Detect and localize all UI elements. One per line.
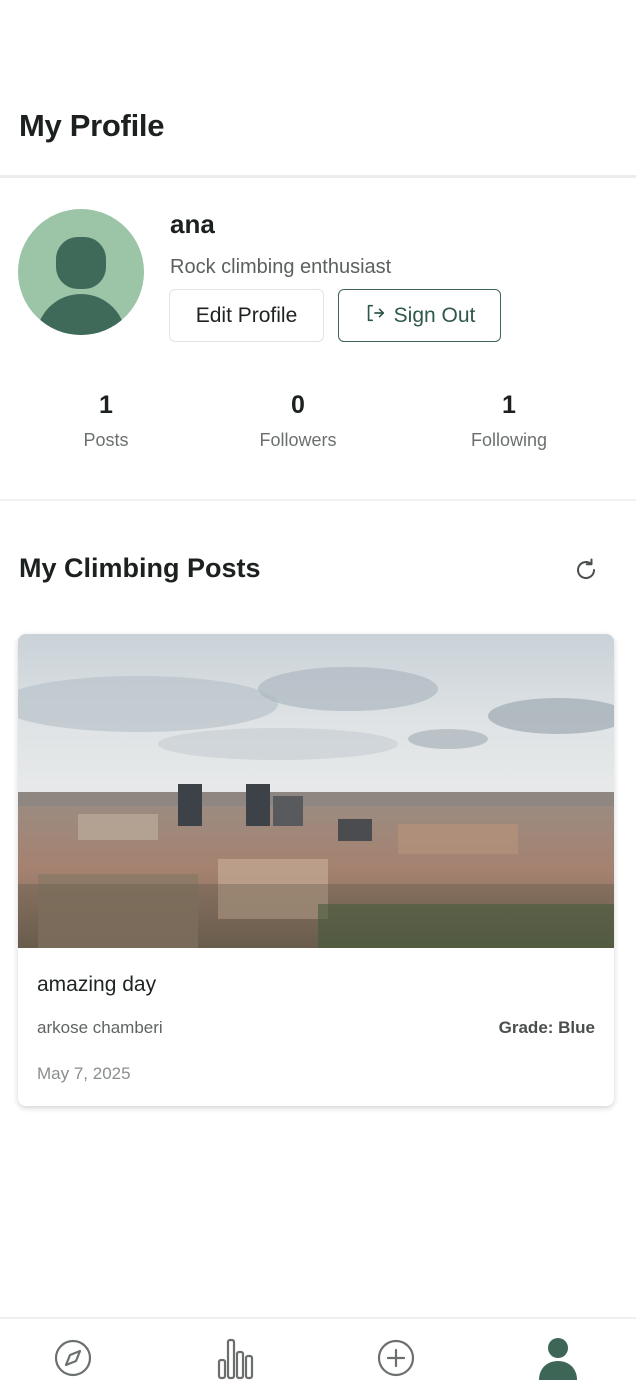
stat-followers[interactable]: 0 Followers (228, 391, 368, 451)
stat-posts[interactable]: 1 Posts (36, 391, 176, 451)
avatar-head (56, 237, 106, 289)
followers-count: 0 (291, 391, 305, 419)
app-header: My Profile (0, 0, 636, 178)
nav-add-post[interactable] (371, 1333, 421, 1383)
refresh-icon[interactable] (570, 554, 602, 586)
username: ana (170, 209, 215, 239)
post-card[interactable]: amazing day arkose chamberi Grade: Blue … (18, 634, 614, 1106)
nav-profile[interactable] (533, 1333, 583, 1383)
following-count: 1 (502, 391, 516, 419)
sign-out-button[interactable]: Sign Out (338, 289, 501, 342)
bottom-nav (0, 1317, 636, 1392)
edit-profile-label: Edit Profile (195, 303, 298, 327)
sign-out-label: Sign Out (393, 303, 476, 327)
posts-count: 1 (99, 391, 113, 419)
avatar (18, 209, 144, 335)
bio: Rock climbing enthusiast (170, 256, 392, 278)
post-location: arkose chamberi (37, 1018, 163, 1037)
nav-stats[interactable] (210, 1333, 260, 1383)
followers-label: Followers (259, 430, 337, 450)
posts-label: Posts (83, 430, 129, 450)
following-label: Following (470, 430, 548, 450)
plus-circle-icon (377, 1339, 415, 1377)
page-title: My Profile (19, 108, 165, 143)
stat-following[interactable]: 1 Following (439, 391, 579, 451)
user-icon (539, 1338, 577, 1380)
profile-section: ana Rock climbing enthusiast Edit Profil… (0, 181, 636, 501)
edit-profile-button[interactable]: Edit Profile (169, 289, 324, 342)
section-title: My Climbing Posts (19, 553, 261, 583)
post-grade: Grade: Blue (498, 1018, 595, 1037)
post-image (18, 634, 614, 948)
post-date: May 7, 2025 (37, 1064, 131, 1083)
sign-out-icon (364, 302, 386, 330)
bar-chart-icon (217, 1338, 254, 1380)
compass-icon (54, 1339, 92, 1377)
post-title: amazing day (37, 973, 157, 996)
avatar-body (36, 294, 126, 335)
nav-explore[interactable] (48, 1333, 98, 1383)
